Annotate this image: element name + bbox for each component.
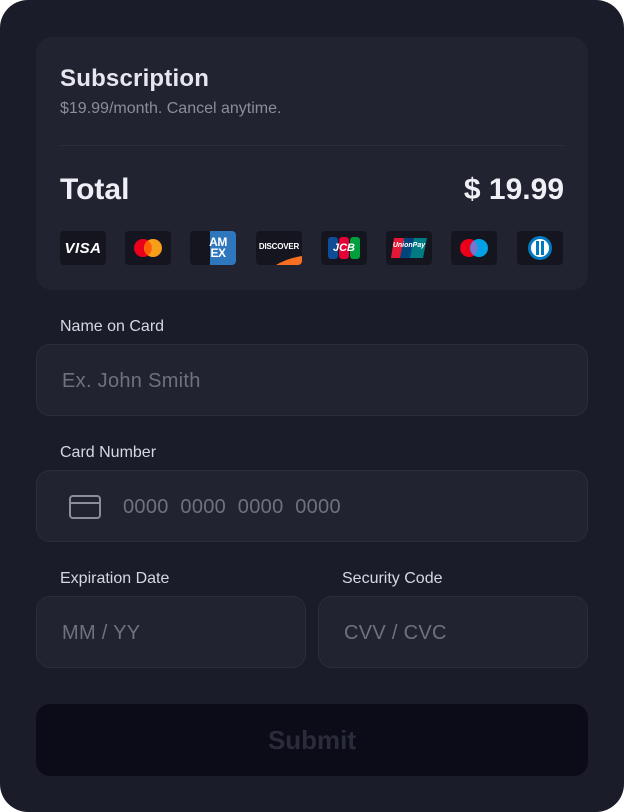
card-number-field[interactable] (36, 470, 588, 543)
amex-logo: AM EX (190, 231, 236, 265)
security-code-input[interactable] (342, 597, 561, 669)
divider (60, 145, 564, 146)
subscription-summary: Subscription $19.99/month. Cancel anytim… (36, 37, 588, 290)
card-number-input[interactable] (121, 471, 525, 543)
diners-club-logo (517, 231, 563, 265)
name-on-card-input[interactable] (60, 345, 504, 417)
total-label: Total (60, 173, 130, 206)
amex-text: AM EX (209, 235, 227, 260)
card-number-label: Card Number (60, 444, 157, 461)
discover-swoosh-icon (276, 256, 302, 265)
jcb-text: JCB (332, 242, 355, 254)
mastercard-logo (125, 231, 171, 265)
total-price: $ 19.99 (463, 173, 564, 206)
jcb-logo: JCB (321, 231, 367, 265)
maestro-logo (451, 231, 497, 265)
diners-club-icon (528, 236, 552, 260)
security-code-field[interactable] (318, 596, 588, 669)
name-on-card-field[interactable] (36, 344, 588, 417)
expiration-date-input[interactable] (60, 597, 279, 669)
maestro-icon (460, 239, 488, 257)
mastercard-icon (134, 239, 162, 257)
security-code-label: Security Code (342, 570, 443, 587)
expiration-date-label: Expiration Date (60, 570, 170, 587)
subscription-description: $19.99/month. Cancel anytime. (60, 100, 282, 117)
visa-text: VISA (64, 239, 102, 257)
discover-logo: DISCOVER (256, 231, 302, 265)
unionpay-text: UnionPay (392, 241, 426, 249)
card-brands: VISA AM EX DISCOVER JCB UnionPay (60, 231, 564, 265)
payment-card: Subscription $19.99/month. Cancel anytim… (0, 0, 624, 812)
credit-card-icon (69, 495, 101, 519)
subscription-title: Subscription (60, 65, 210, 92)
expiration-date-field[interactable] (36, 596, 306, 669)
visa-logo: VISA (60, 231, 106, 265)
unionpay-logo: UnionPay (386, 231, 432, 265)
submit-button[interactable]: Submit (36, 704, 588, 776)
name-on-card-label: Name on Card (60, 318, 165, 335)
